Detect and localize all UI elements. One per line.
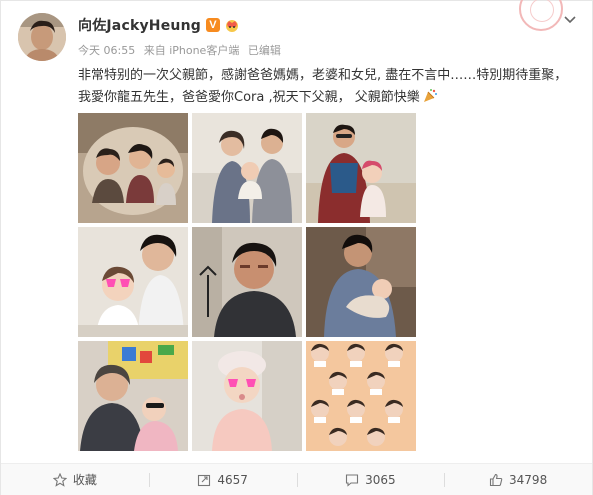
repost-icon — [198, 474, 211, 486]
party-popper-icon — [423, 89, 437, 102]
post-meta: 今天 06:55 来自 iPhone客户端 已编辑 — [78, 42, 286, 58]
comment-icon — [346, 473, 359, 487]
post-text: 非常特别的一次父親節，感謝爸爸媽媽，老婆和女兒, 盡在不言中……特別期待重聚，我… — [78, 65, 578, 109]
like-count: 34798 — [509, 472, 548, 487]
post-source: 来自 iPhone客户端 — [143, 44, 240, 57]
like-button[interactable]: 34798 — [444, 464, 592, 495]
chevron-down-icon[interactable] — [563, 15, 577, 25]
photo-mother-baby[interactable] — [78, 341, 188, 451]
photo-collage-pattern[interactable] — [306, 341, 416, 451]
post-body: 非常特别的一次父親節，感謝爸爸媽媽，老婆和女兒, 盡在不言中……特別期待重聚，我… — [78, 68, 568, 105]
photo-grandpa-baby[interactable] — [306, 113, 416, 223]
avatar[interactable] — [18, 13, 66, 61]
photo-parents-baby[interactable] — [192, 113, 302, 223]
stamp-watermark — [519, 0, 563, 31]
star-icon — [52, 472, 67, 487]
repost-button[interactable]: 4657 — [148, 464, 297, 495]
post-time[interactable]: 今天 06:55 — [78, 44, 135, 57]
photo-family-car[interactable] — [78, 113, 188, 223]
verified-icon: V — [205, 18, 220, 32]
photo-father-holding-baby[interactable] — [306, 227, 416, 337]
like-icon — [489, 473, 503, 486]
repost-count: 4657 — [217, 472, 248, 487]
photo-grid — [78, 113, 416, 451]
action-bar: 收藏 4657 3065 34798 — [1, 463, 592, 495]
photo-selfie-baby[interactable] — [78, 227, 188, 337]
author-name[interactable]: 向佐JackyHeung — [78, 15, 201, 35]
comment-count: 3065 — [365, 472, 396, 487]
comment-button[interactable]: 3065 — [296, 464, 445, 495]
weibo-post-card: 向佐JackyHeung V 今天 06:55 来自 iPhone客户端 已编辑… — [0, 0, 593, 495]
crown-icon[interactable] — [224, 18, 240, 32]
photo-baby-hat[interactable] — [192, 341, 302, 451]
favorite-button[interactable]: 收藏 — [1, 464, 149, 495]
photo-father-portrait[interactable] — [192, 227, 302, 337]
edited-label: 已编辑 — [247, 44, 281, 57]
favorite-label: 收藏 — [72, 473, 97, 487]
